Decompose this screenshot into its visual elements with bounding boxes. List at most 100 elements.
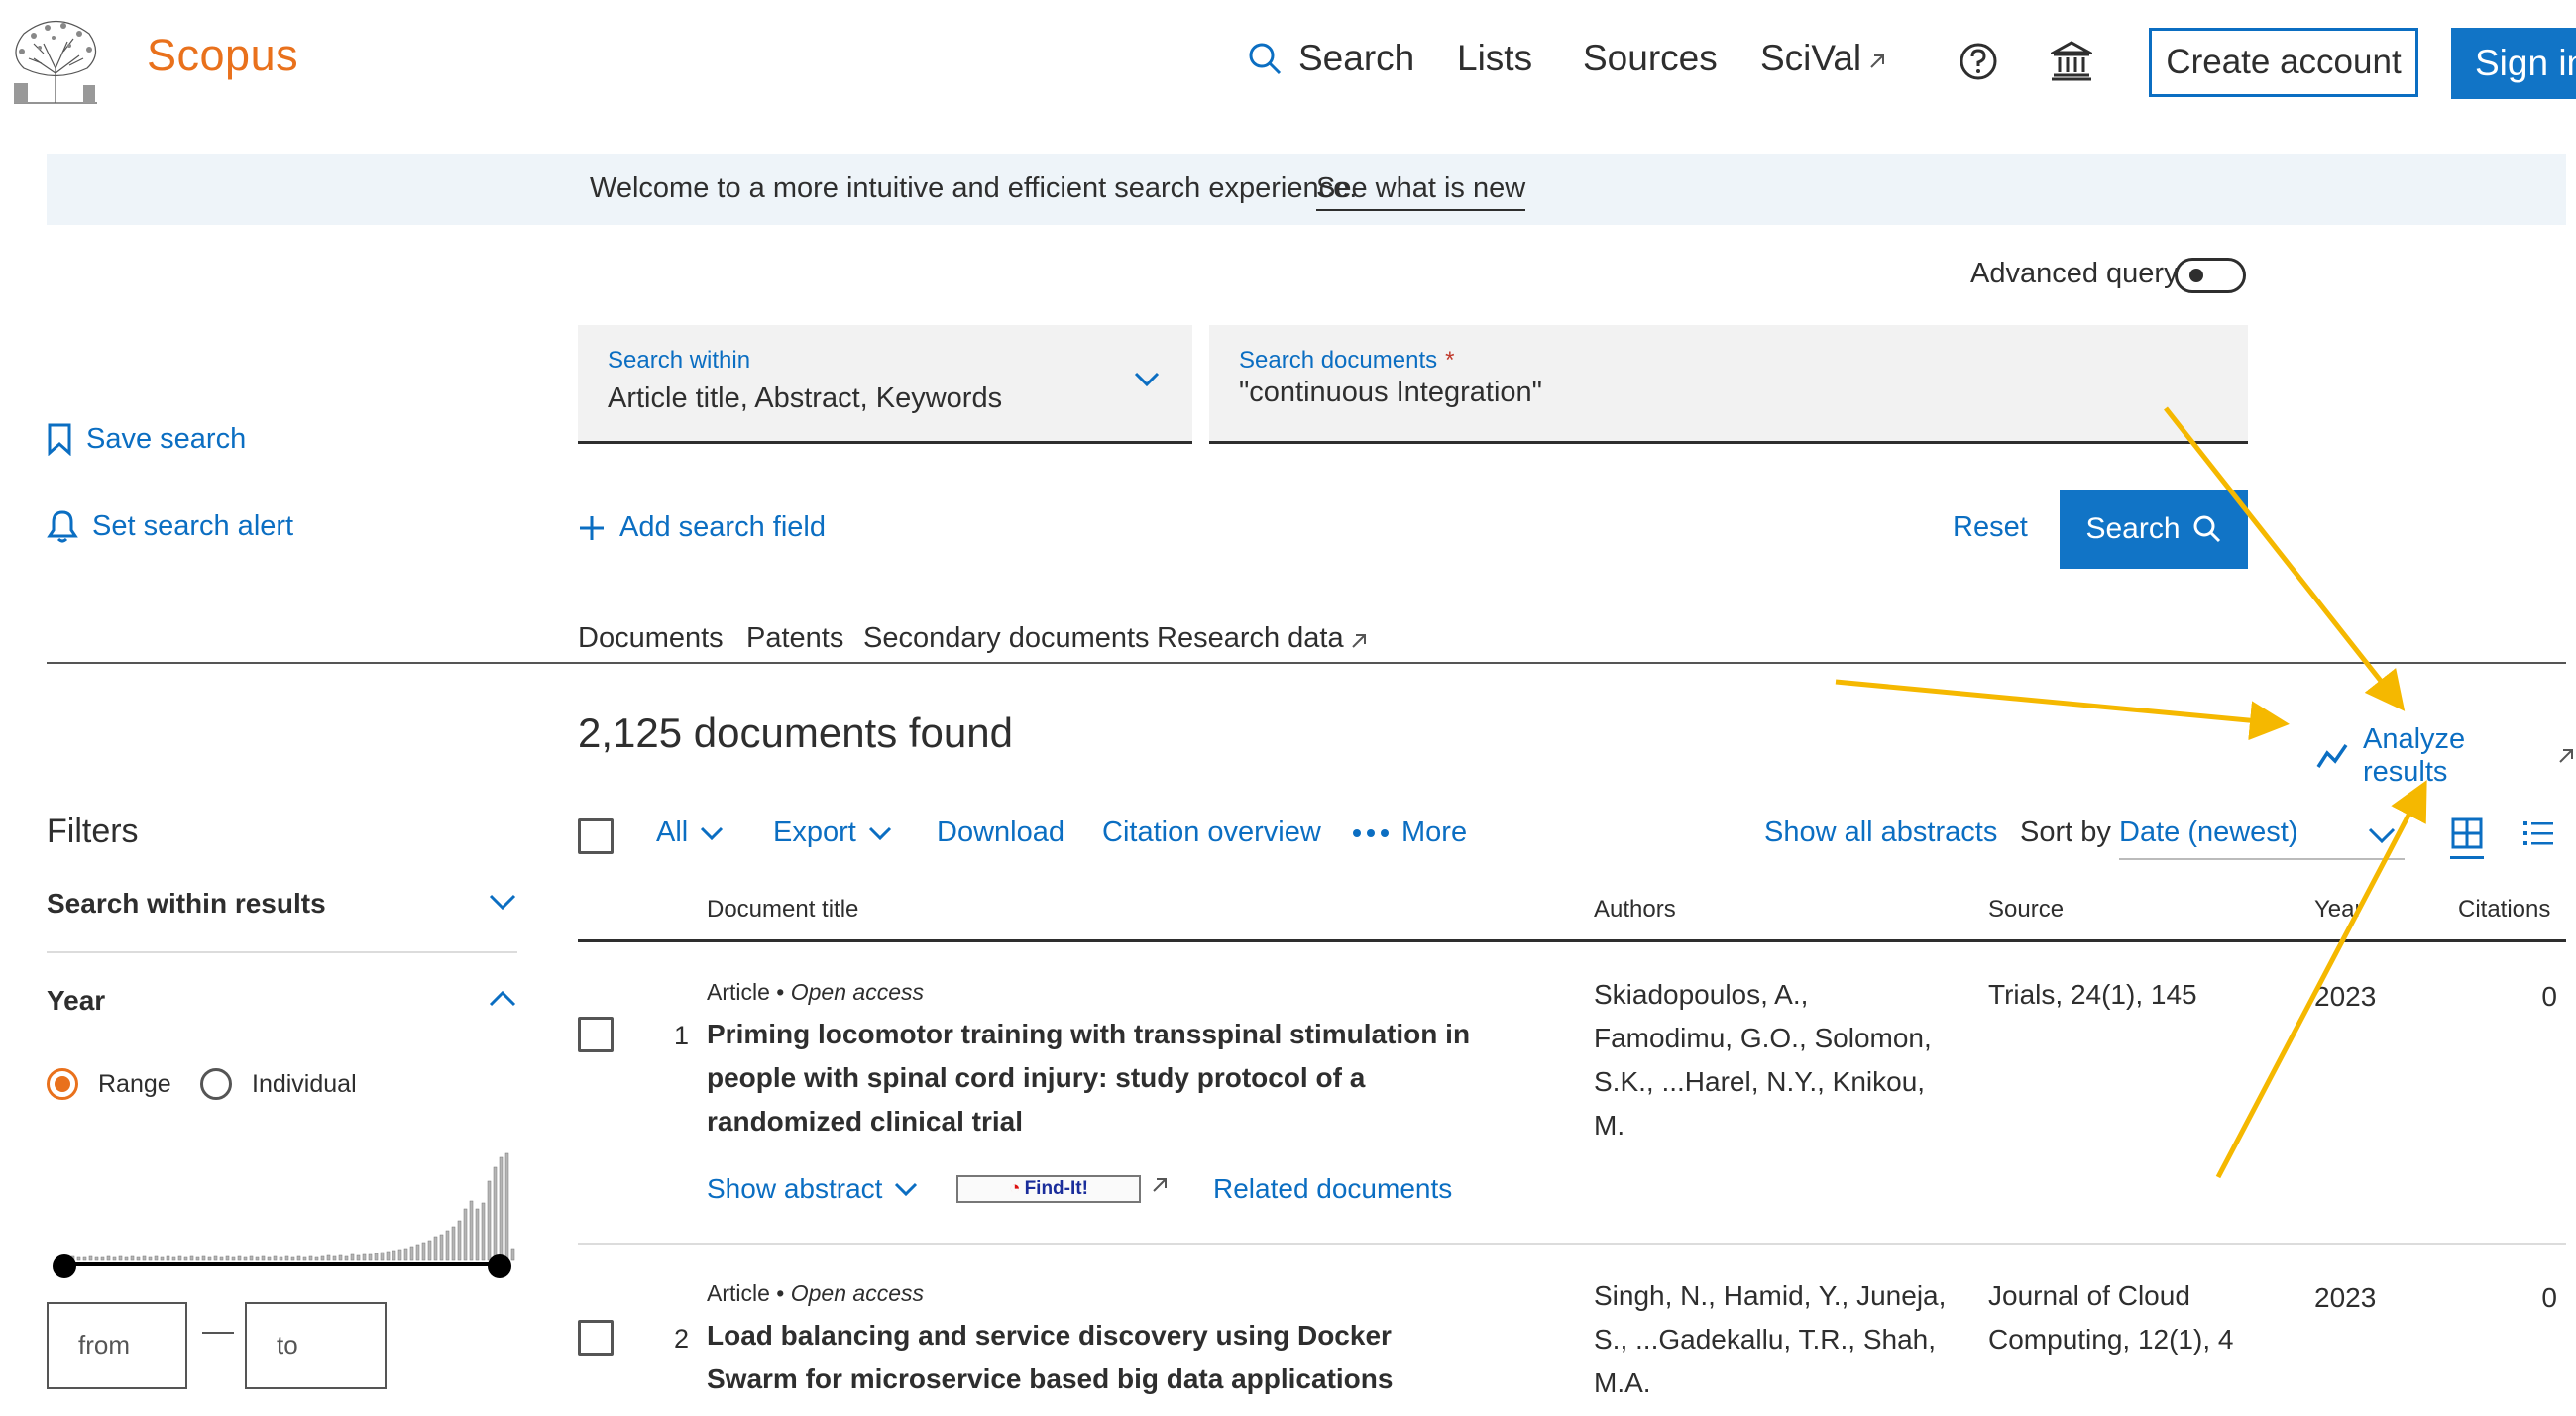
row-divider xyxy=(578,1243,2566,1245)
result-citations: 0 xyxy=(2541,1282,2557,1313)
result-title-link[interactable]: Load balancing and service discovery usi… xyxy=(707,1314,1490,1401)
export-dropdown[interactable]: Export xyxy=(773,817,892,849)
search-icon xyxy=(2192,514,2222,544)
findit-button[interactable]: ◔ Find-It! xyxy=(956,1175,1141,1203)
elsevier-logo[interactable] xyxy=(4,14,107,107)
col-authors[interactable]: Authors xyxy=(1594,896,1676,924)
result-authors[interactable]: Singh, N., Hamid, Y., Juneja, S., ...Gad… xyxy=(1594,1274,1951,1405)
nav-sources[interactable]: Sources xyxy=(1583,38,1718,79)
show-abstract-label: Show abstract xyxy=(707,1173,883,1204)
sort-select[interactable]: Date (newest) xyxy=(2119,817,2298,849)
sort-underline xyxy=(2119,858,2405,860)
table-header-divider xyxy=(578,939,2566,942)
range-label: Range xyxy=(98,1070,171,1098)
result-authors[interactable]: Skiadopoulos, A., Famodimu, G.O., Solomo… xyxy=(1594,973,1951,1147)
nav-search[interactable]: Search xyxy=(1247,38,1414,79)
tabs-divider xyxy=(47,662,2566,664)
findit-logo-icon: ◔ xyxy=(1009,1178,1021,1199)
year-histogram-slider[interactable] xyxy=(61,1138,517,1276)
tab-documents[interactable]: Documents xyxy=(578,622,724,655)
result-source[interactable]: Trials, 24(1), 145 xyxy=(1988,973,2246,1017)
row-checkbox[interactable] xyxy=(578,1017,614,1052)
tab-research-data[interactable]: Research data xyxy=(1157,622,1368,655)
search-within-select[interactable]: Search within Article title, Abstract, K… xyxy=(578,325,1192,444)
trend-icon xyxy=(2315,741,2349,771)
year-from-input[interactable]: from xyxy=(47,1302,187,1389)
set-search-alert-link[interactable]: Set search alert xyxy=(47,509,293,543)
more-dots-icon xyxy=(1352,828,1390,838)
toggle-knob xyxy=(2189,269,2203,282)
reset-link[interactable]: Reset xyxy=(1953,511,2028,544)
help-icon[interactable] xyxy=(1959,42,1998,81)
row-checkbox[interactable] xyxy=(578,1320,614,1356)
chevron-down-icon[interactable] xyxy=(2367,826,2397,844)
range-start-handle[interactable] xyxy=(53,1254,76,1278)
search-within-value: Article title, Abstract, Keywords xyxy=(608,382,1003,414)
citation-overview-link[interactable]: Citation overview xyxy=(1102,817,1321,849)
grid-view-icon[interactable] xyxy=(2450,817,2484,859)
search-within-results-toggle[interactable]: Search within results xyxy=(47,888,326,920)
chevron-down-icon xyxy=(868,825,892,841)
more-menu[interactable]: More xyxy=(1352,817,1467,849)
nav-scival-label: SciVal xyxy=(1760,38,1862,78)
range-end-handle[interactable] xyxy=(488,1254,511,1278)
search-documents-value[interactable]: "continuous Integration" xyxy=(1239,377,1542,409)
advanced-query-toggle[interactable] xyxy=(2175,258,2246,293)
year-filter-title[interactable]: Year xyxy=(47,985,105,1017)
result-source[interactable]: Journal of Cloud Computing, 12(1), 4 xyxy=(1988,1274,2246,1362)
chevron-down-icon[interactable] xyxy=(488,892,517,912)
search-button-label: Search xyxy=(2085,512,2181,545)
year-to-input[interactable]: to xyxy=(245,1302,387,1389)
col-year[interactable]: Year xyxy=(2314,896,2363,924)
row-number: 2 xyxy=(674,1324,690,1354)
tab-research-data-label: Research data xyxy=(1157,622,1344,654)
see-whats-new-link[interactable]: See what is new xyxy=(1316,172,1526,211)
external-link-icon xyxy=(1150,1175,1170,1195)
show-abstract-toggle[interactable]: Show abstract xyxy=(707,1173,918,1205)
individual-radio[interactable] xyxy=(200,1068,232,1100)
range-radio[interactable] xyxy=(47,1068,78,1100)
result-meta: Article • Open access xyxy=(707,979,924,1005)
nav-lists[interactable]: Lists xyxy=(1457,38,1532,79)
download-link[interactable]: Download xyxy=(937,817,1064,849)
required-marker: * xyxy=(1445,347,1455,374)
chevron-up-icon[interactable] xyxy=(488,989,517,1009)
tab-patents[interactable]: Patents xyxy=(746,622,843,655)
result-year: 2023 xyxy=(2314,1282,2377,1313)
all-label: All xyxy=(656,817,689,848)
analyze-results-link[interactable]: Analyze results xyxy=(2315,723,2576,789)
access-type: Open access xyxy=(790,979,924,1005)
search-button[interactable]: Search xyxy=(2060,490,2248,569)
list-view-icon[interactable] xyxy=(2521,818,2555,848)
sort-by-label: Sort by xyxy=(2020,817,2111,848)
show-all-abstracts-link[interactable]: Show all abstracts xyxy=(1764,817,1997,849)
more-label: More xyxy=(1401,817,1468,848)
create-account-button[interactable]: Create account xyxy=(2149,28,2418,97)
add-search-field-label: Add search field xyxy=(619,511,826,543)
search-documents-field[interactable]: Search documents * "continuous Integrati… xyxy=(1209,325,2248,444)
col-document-title[interactable]: Document title xyxy=(707,896,858,924)
save-search-link[interactable]: Save search xyxy=(47,422,246,456)
col-citations[interactable]: Citations xyxy=(2458,896,2550,924)
related-documents-link[interactable]: Related documents xyxy=(1213,1173,1452,1205)
tab-secondary-documents[interactable]: Secondary documents xyxy=(863,622,1150,655)
result-title-link[interactable]: Priming locomotor training with transspi… xyxy=(707,1013,1490,1144)
add-search-field-link[interactable]: Add search field xyxy=(578,511,826,544)
individual-label: Individual xyxy=(252,1070,357,1098)
set-search-alert-label: Set search alert xyxy=(92,509,294,542)
col-source[interactable]: Source xyxy=(1988,896,2064,924)
search-icon xyxy=(1247,41,1283,76)
banner-text: Welcome to a more intuitive and efficien… xyxy=(590,172,1358,204)
nav-scival[interactable]: SciVal xyxy=(1760,38,1887,79)
annotation-arrow xyxy=(1835,679,2290,741)
search-within-label: Search within xyxy=(608,347,751,374)
nav-search-label: Search xyxy=(1298,38,1415,78)
chevron-down-icon xyxy=(894,1181,918,1197)
all-dropdown[interactable]: All xyxy=(656,817,724,849)
sign-in-button[interactable]: Sign in xyxy=(2451,28,2576,99)
scopus-brand[interactable]: Scopus xyxy=(147,30,298,81)
result-meta: Article • Open access xyxy=(707,1280,924,1306)
institution-icon[interactable] xyxy=(2051,40,2092,81)
select-all-checkbox[interactable] xyxy=(578,818,614,854)
results-count: 2,125 documents found xyxy=(578,709,1013,756)
